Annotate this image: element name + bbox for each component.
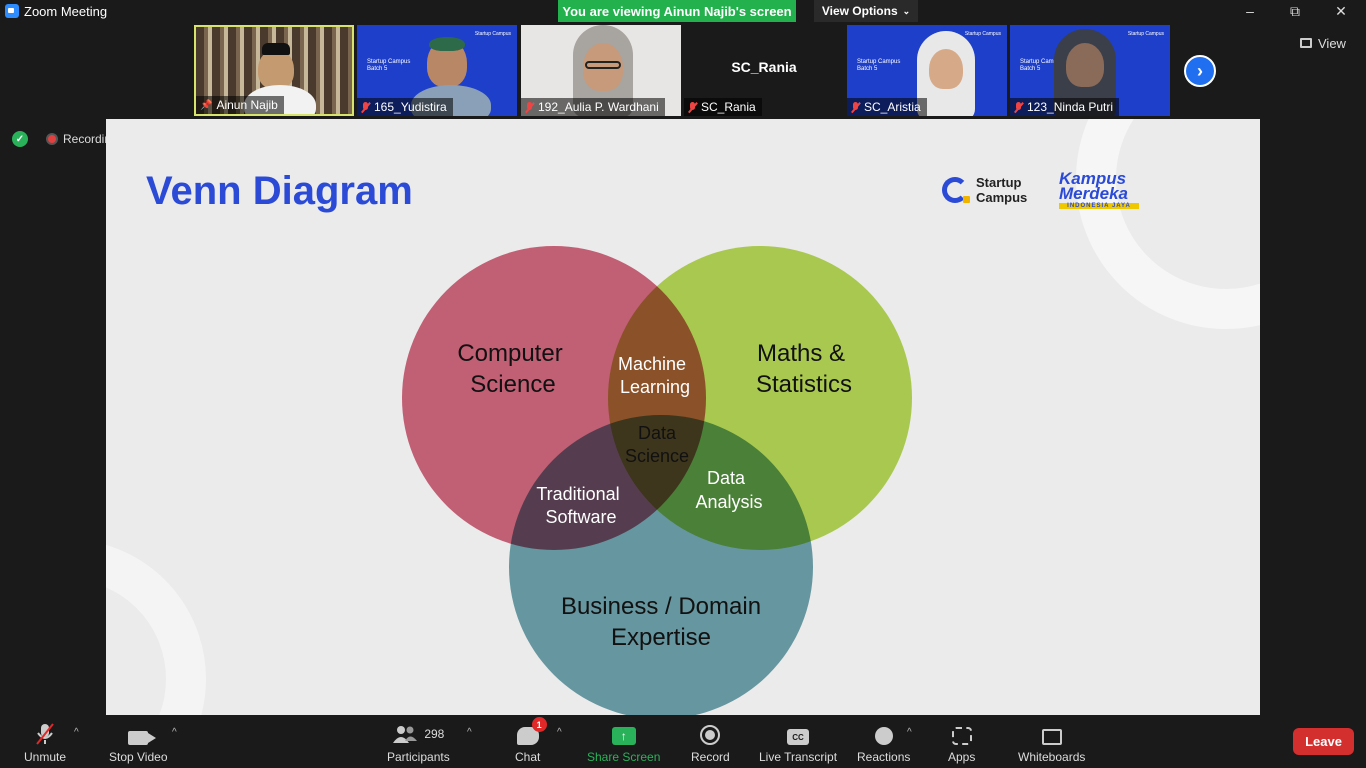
closed-caption-icon: CC — [787, 729, 809, 745]
label-expertise: Expertise — [611, 624, 711, 651]
chat-button[interactable]: 1 Chat — [515, 723, 540, 764]
participants-icon — [392, 725, 418, 743]
leave-button[interactable]: Leave — [1293, 728, 1354, 755]
close-button[interactable]: ✕ — [1318, 0, 1364, 22]
tile-name-label: SC_Rania — [684, 98, 762, 116]
share-screen-button[interactable]: ↑ Share Screen — [587, 723, 660, 764]
whiteboard-icon — [1042, 729, 1062, 745]
minimize-button[interactable]: – — [1227, 0, 1273, 22]
share-screen-icon: ↑ — [612, 727, 636, 745]
label-software: Software — [545, 507, 616, 527]
next-page-button[interactable]: › — [1184, 55, 1216, 87]
meeting-toolbar: Unmute ^ Stop Video ^ 298 Participants ^… — [0, 715, 1366, 768]
apps-button[interactable]: Apps — [948, 723, 975, 764]
close-icon: ✕ — [1335, 3, 1347, 20]
label-data-analysis-1: Data — [707, 468, 746, 488]
tile-name-label: SC_Aristia — [847, 98, 927, 116]
glasses-icon — [585, 61, 621, 69]
video-tile-aulia[interactable]: 192_Aulia P. Wardhani — [521, 25, 681, 116]
video-tile-rania[interactable]: SC_Rania SC_Rania — [684, 25, 844, 116]
audio-options-caret[interactable]: ^ — [74, 727, 79, 738]
mic-muted-icon — [34, 723, 56, 745]
tile-name-label: 123_Ninda Putri — [1010, 98, 1119, 116]
video-tile-ninda[interactable]: Startup Campus Startup CampusBatch 5 123… — [1010, 25, 1170, 116]
reactions-options-caret[interactable]: ^ — [907, 727, 912, 738]
record-icon — [700, 725, 720, 745]
label-statistics: Statistics — [756, 371, 852, 398]
participant-face — [929, 49, 963, 89]
reactions-button[interactable]: Reactions — [857, 723, 910, 764]
tile-name-label: 165_Yudistira — [357, 98, 453, 116]
chat-unread-badge: 1 — [532, 717, 547, 732]
mic-muted-icon — [525, 102, 534, 113]
label-machine: Machine — [618, 354, 686, 374]
view-options-label: View Options — [822, 4, 898, 18]
video-tile-yudistira[interactable]: Startup Campus Startup CampusBatch 5 165… — [357, 25, 517, 116]
record-dot-icon — [46, 133, 58, 145]
video-tile-ainun-najib[interactable]: 📌 Ainun Najib — [194, 25, 354, 116]
label-computer: Computer — [457, 340, 562, 367]
chevron-down-icon: ⌄ — [903, 6, 911, 17]
participant-face — [1066, 43, 1104, 87]
participant-cap — [262, 43, 290, 55]
security-shield-icon[interactable]: ✓ — [12, 131, 28, 147]
viewing-screen-banner: You are viewing Ainun Najib's screen — [558, 0, 796, 22]
participants-button[interactable]: 298 Participants — [387, 723, 450, 764]
venn-diagram: Computer Science Maths & Statistics Busi… — [106, 119, 1260, 715]
participant-hair — [429, 37, 465, 51]
minimize-icon: – — [1246, 3, 1254, 19]
grid-view-icon — [1300, 38, 1312, 48]
live-transcript-button[interactable]: CC Live Transcript — [759, 723, 837, 764]
tile-name-label: 📌 Ainun Najib — [196, 96, 284, 114]
restore-icon: ⧉ — [1290, 3, 1300, 20]
label-science-center: Science — [625, 446, 689, 466]
video-options-caret[interactable]: ^ — [172, 727, 177, 738]
mic-muted-icon — [361, 102, 370, 113]
stop-video-button[interactable]: Stop Video — [109, 723, 168, 764]
pin-icon: 📌 — [200, 100, 212, 111]
mic-muted-icon — [688, 102, 697, 113]
tile-name-label: 192_Aulia P. Wardhani — [521, 98, 665, 116]
label-science: Science — [470, 371, 555, 398]
chat-options-caret[interactable]: ^ — [557, 727, 562, 738]
participants-count: 298 — [424, 727, 444, 741]
chevron-right-icon: › — [1197, 61, 1203, 82]
mic-muted-icon — [1014, 102, 1023, 113]
label-traditional: Traditional — [536, 484, 619, 504]
participants-options-caret[interactable]: ^ — [467, 727, 472, 738]
zoom-logo-icon — [5, 4, 19, 18]
label-data: Data — [638, 423, 677, 443]
apps-icon — [952, 727, 972, 745]
window-title: Zoom Meeting — [24, 4, 107, 19]
view-options-button[interactable]: View Options ⌄ — [814, 0, 918, 22]
participant-name-center: SC_Rania — [684, 59, 844, 75]
view-button[interactable]: View — [1300, 32, 1360, 54]
smiley-icon — [875, 727, 893, 745]
shared-screen-slide: Venn Diagram StartupCampus KampusMerdeka… — [106, 119, 1260, 715]
unmute-button[interactable]: Unmute — [24, 723, 66, 764]
video-tile-aristia[interactable]: Startup Campus Startup CampusBatch 5 SC_… — [847, 25, 1007, 116]
record-button[interactable]: Record — [691, 723, 730, 764]
whiteboards-button[interactable]: Whiteboards — [1018, 723, 1085, 764]
label-business-domain: Business / Domain — [561, 593, 761, 620]
mic-muted-icon — [851, 102, 860, 113]
label-maths: Maths & — [757, 340, 845, 367]
video-camera-icon — [128, 731, 148, 745]
label-data-analysis-2: Analysis — [695, 492, 762, 512]
restore-button[interactable]: ⧉ — [1272, 0, 1318, 22]
participant-face — [258, 49, 294, 89]
label-learning: Learning — [620, 377, 690, 397]
